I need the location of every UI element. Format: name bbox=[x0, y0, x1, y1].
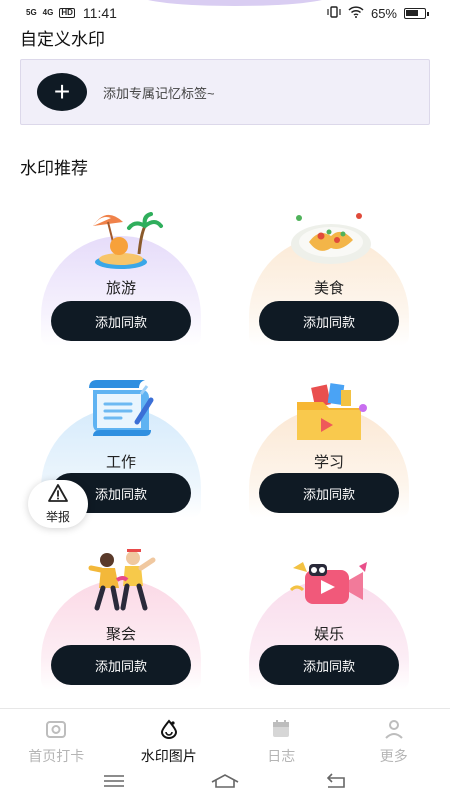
custom-watermark-title: 自定义水印 bbox=[20, 30, 105, 49]
tab-home-checkin[interactable]: 首页打卡 bbox=[0, 709, 113, 766]
add-same-button[interactable]: 添加同款 bbox=[51, 301, 191, 341]
add-same-button[interactable]: 添加同款 bbox=[259, 473, 399, 513]
add-same-button[interactable]: 添加同款 bbox=[259, 645, 399, 685]
card-label: 学习 bbox=[313, 454, 344, 471]
card-label: 旅游 bbox=[105, 280, 136, 297]
hd-badge: HD bbox=[59, 8, 75, 18]
card-label: 美食 bbox=[313, 280, 344, 297]
battery-icon bbox=[404, 7, 429, 19]
work-scroll-icon bbox=[71, 374, 171, 444]
entertainment-video-icon bbox=[279, 552, 379, 622]
system-nav-bar bbox=[0, 766, 450, 800]
drop-icon bbox=[158, 719, 180, 744]
camera-icon bbox=[45, 719, 67, 744]
tab-more[interactable]: 更多 bbox=[338, 709, 450, 766]
custom-watermark-card[interactable]: + 添加专属记忆标签~ bbox=[20, 59, 430, 125]
card-label: 娱乐 bbox=[313, 626, 344, 643]
status-right: 65% bbox=[327, 5, 429, 21]
tab-label: 首页打卡 bbox=[28, 748, 85, 764]
tab-label: 更多 bbox=[379, 748, 408, 764]
add-same-button[interactable]: 添加同款 bbox=[259, 301, 399, 341]
tab-label: 水印图片 bbox=[140, 748, 197, 764]
party-people-icon bbox=[71, 546, 171, 616]
home-icon[interactable] bbox=[210, 773, 240, 794]
calendar-icon bbox=[270, 719, 292, 744]
watermark-card-food: 美食 添加同款 bbox=[249, 198, 409, 348]
plus-icon: + bbox=[53, 76, 71, 107]
travel-beach-icon bbox=[71, 204, 171, 274]
custom-watermark-hint: 添加专属记忆标签~ bbox=[103, 85, 215, 101]
watermark-card-travel: 旅游 添加同款 bbox=[41, 198, 201, 348]
bottom-tab-bar: 首页打卡 水印图片 日志 更多 bbox=[0, 708, 450, 766]
add-custom-button[interactable]: + bbox=[37, 73, 87, 111]
recommend-title: 水印推荐 bbox=[20, 159, 88, 178]
food-plate-icon bbox=[279, 206, 379, 276]
signal-4g-label: 4G bbox=[42, 8, 54, 17]
status-left: 5G 4G HD 11:41 bbox=[26, 5, 117, 21]
clock: 11:41 bbox=[82, 5, 117, 21]
signal-5g-label: 5G bbox=[26, 8, 37, 17]
wifi-icon bbox=[348, 5, 364, 21]
status-bar: 5G 4G HD 11:41 65% bbox=[0, 0, 450, 26]
study-folder-icon bbox=[279, 380, 379, 450]
add-same-button[interactable]: 添加同款 bbox=[51, 645, 191, 685]
report-button[interactable]: 举报 bbox=[28, 480, 88, 528]
person-icon bbox=[383, 719, 405, 744]
card-label: 聚会 bbox=[105, 626, 136, 643]
back-icon[interactable] bbox=[324, 772, 348, 794]
card-label: 工作 bbox=[105, 454, 136, 471]
watermark-card-study: 学习 添加同款 bbox=[249, 370, 409, 520]
tab-log[interactable]: 日志 bbox=[225, 709, 338, 766]
watermark-card-party: 聚会 添加同款 bbox=[41, 542, 201, 692]
tab-watermark-images[interactable]: 水印图片 bbox=[113, 709, 226, 766]
warning-icon bbox=[48, 483, 68, 507]
battery-percent: 65% bbox=[370, 5, 397, 21]
tab-label: 日志 bbox=[267, 748, 296, 764]
report-label: 举报 bbox=[45, 509, 70, 524]
vibrate-icon bbox=[327, 5, 341, 21]
menu-icon[interactable] bbox=[102, 774, 126, 793]
watermark-card-entertainment: 娱乐 添加同款 bbox=[249, 542, 409, 692]
